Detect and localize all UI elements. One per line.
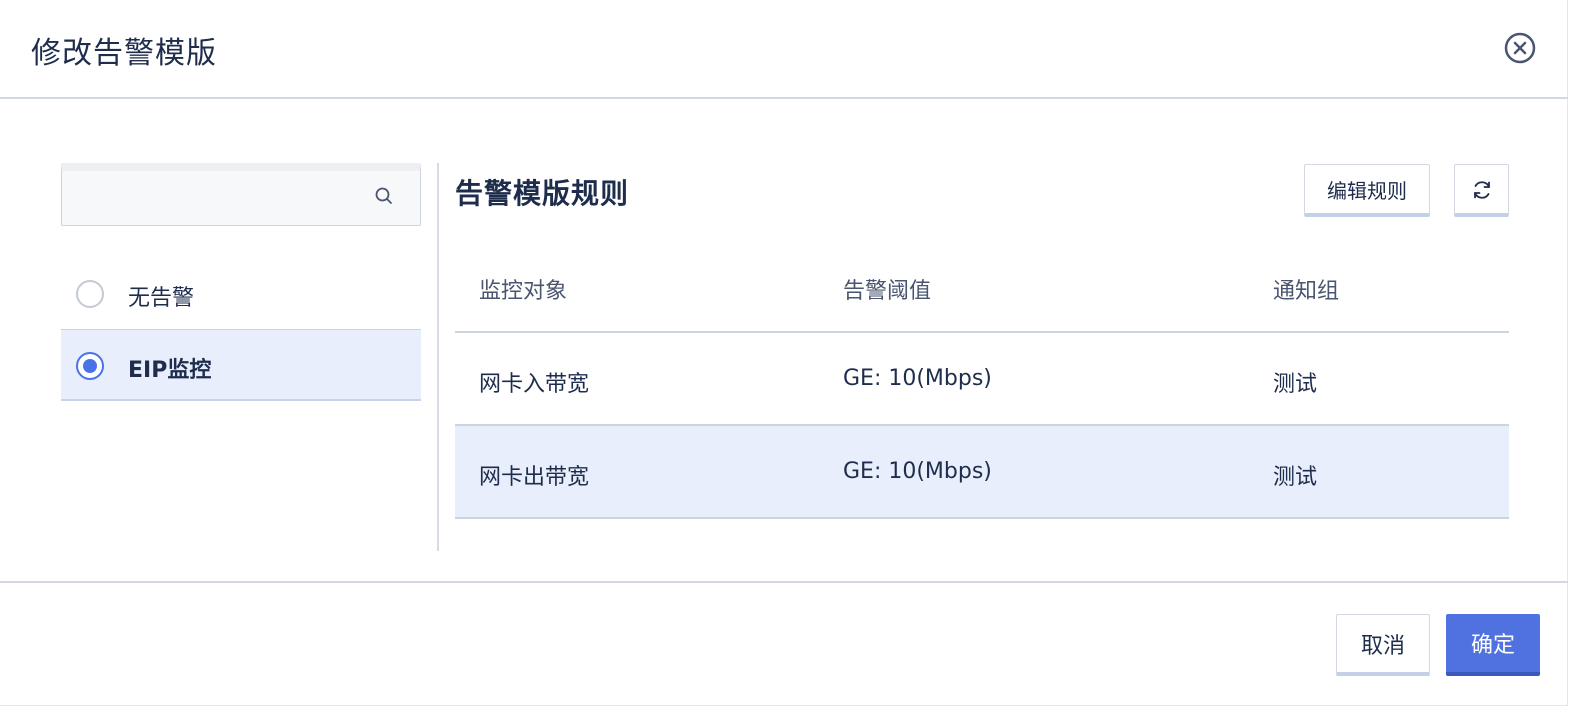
column-divider — [437, 163, 439, 551]
column-header: 告警阈值 — [843, 279, 932, 304]
search-icon[interactable] — [373, 185, 395, 207]
refresh-button[interactable] — [1454, 164, 1509, 217]
rules-table: 监控对象 告警阈值 通知组 网卡入带宽 GE: 10(Mbps) 测试 网卡出带… — [455, 240, 1509, 519]
footer-divider — [0, 581, 1568, 583]
rules-section-title: 告警模版规则 — [455, 177, 630, 210]
cancel-button[interactable]: 取消 — [1336, 614, 1430, 676]
template-option-no-alert[interactable]: 无告警 — [61, 258, 421, 330]
table-header: 监控对象 告警阈值 通知组 — [455, 240, 1509, 333]
edit-rules-button[interactable]: 编辑规则 — [1304, 164, 1430, 217]
template-option-label: EIP监控 — [128, 358, 212, 383]
confirm-button[interactable]: 确定 — [1446, 614, 1540, 676]
dialog-header: 修改告警模版 — [0, 0, 1568, 99]
template-search-input[interactable] — [72, 179, 362, 219]
table-cell: 网卡入带宽 — [479, 372, 590, 397]
template-option-eip-monitor[interactable]: EIP监控 — [61, 329, 421, 401]
column-header: 监控对象 — [479, 279, 568, 304]
table-cell: GE: 10(Mbps) — [843, 459, 992, 484]
table-cell: GE: 10(Mbps) — [843, 366, 992, 391]
table-row: 网卡出带宽 GE: 10(Mbps) 测试 — [455, 426, 1509, 519]
dialog-title: 修改告警模版 — [31, 36, 217, 71]
table-cell: 网卡出带宽 — [479, 465, 590, 490]
radio-button-unchecked[interactable] — [76, 280, 104, 308]
column-header: 通知组 — [1273, 279, 1340, 304]
template-option-label: 无告警 — [128, 286, 195, 311]
table-row: 网卡入带宽 GE: 10(Mbps) 测试 — [455, 333, 1509, 426]
close-icon[interactable] — [1504, 32, 1536, 64]
template-search — [61, 163, 421, 226]
modify-alert-template-dialog: 修改告警模版 无告警 EIP监控 告警模版规则 编辑规则 监控对象 告警阈值 通… — [0, 0, 1568, 706]
table-cell: 测试 — [1273, 465, 1318, 490]
radio-selected-dot — [83, 359, 97, 373]
table-cell: 测试 — [1273, 372, 1318, 397]
radio-button-checked[interactable] — [76, 352, 104, 380]
